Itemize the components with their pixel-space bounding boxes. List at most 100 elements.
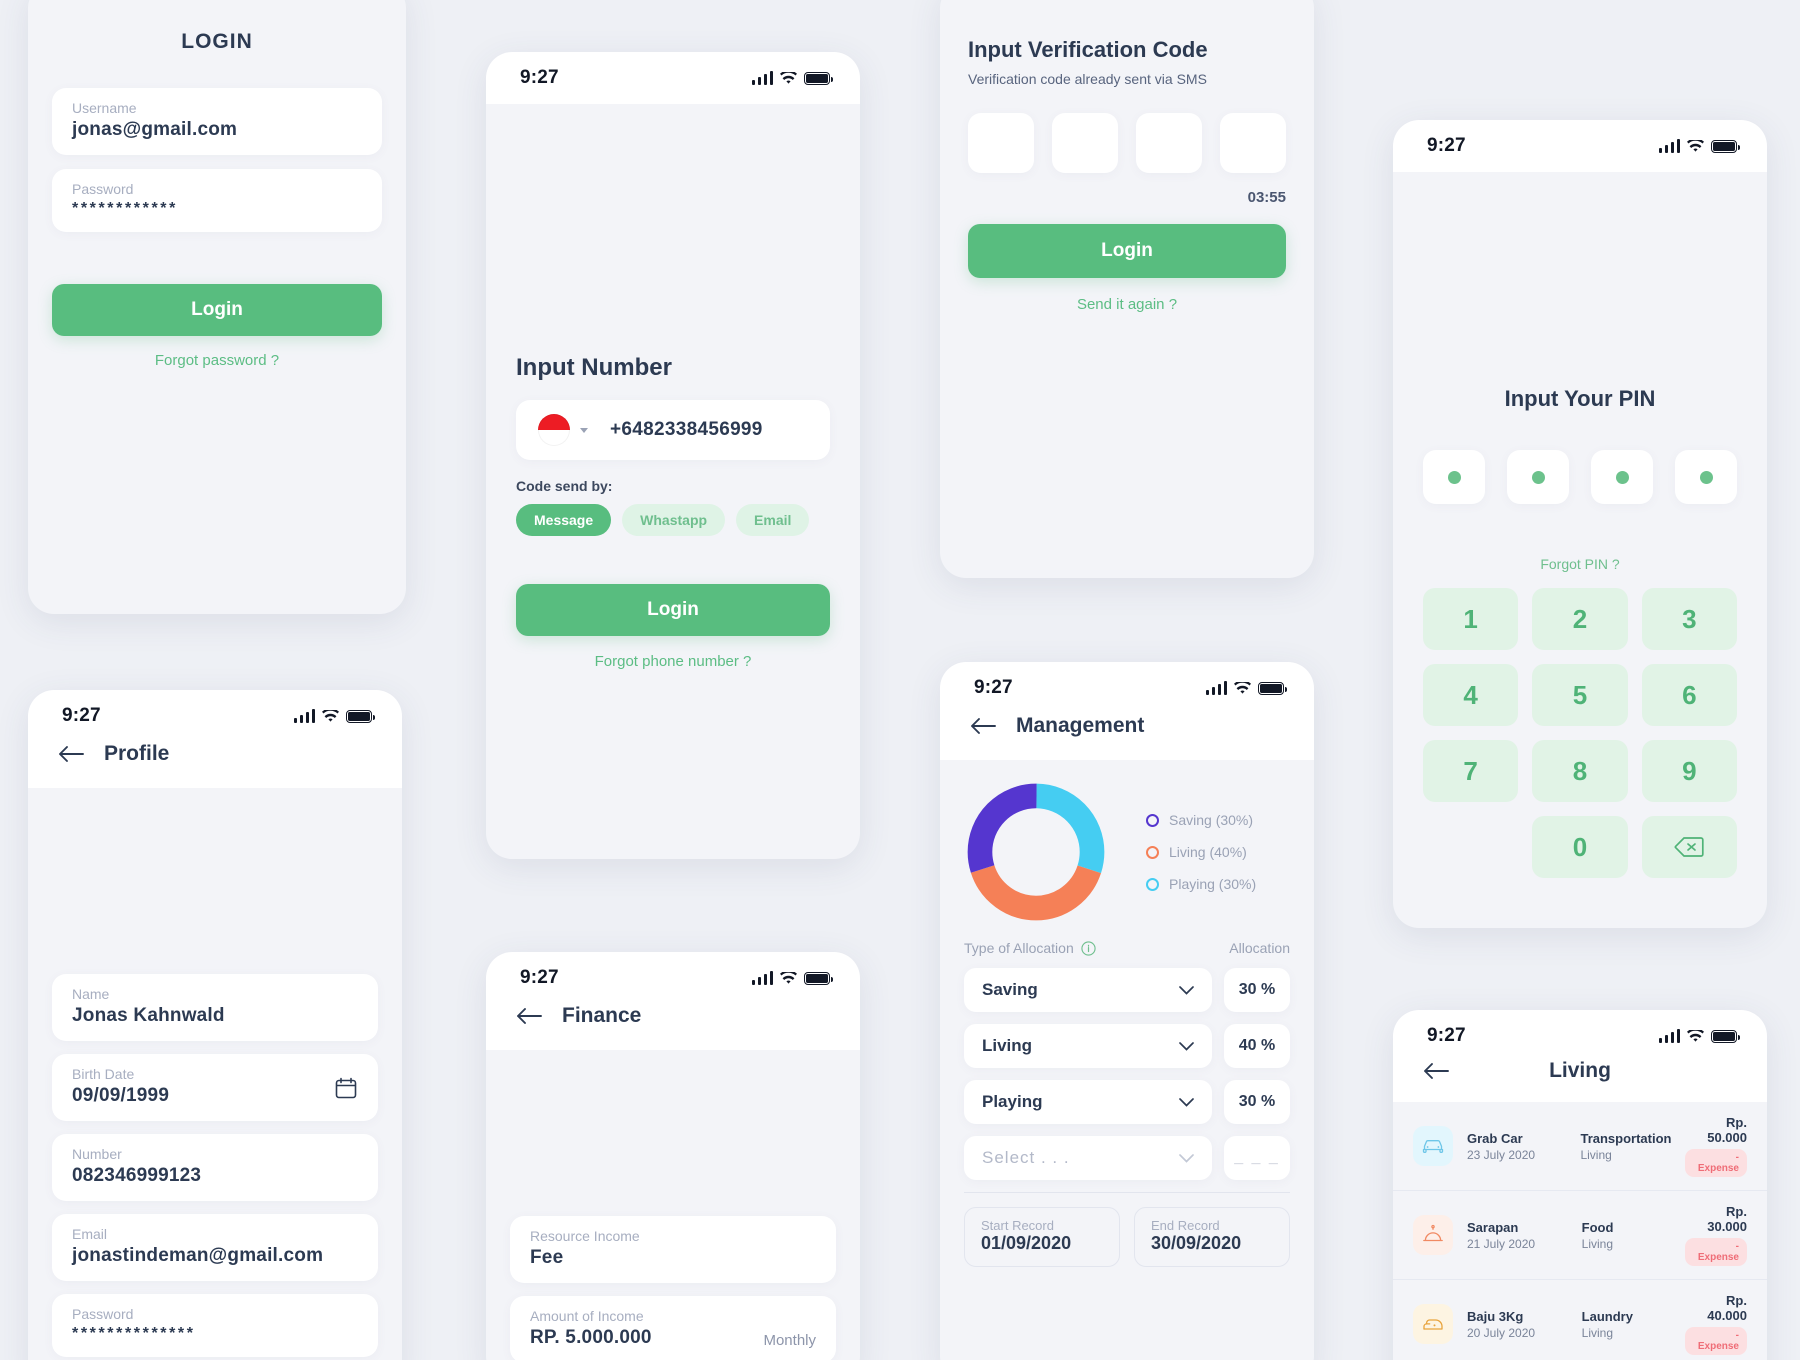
table-row[interactable]: Grab Car 23 July 2020 Transportation Liv…: [1393, 1102, 1767, 1191]
amount-of-income-field[interactable]: Amount of Income RP. 5.000.000 Monthly: [510, 1296, 836, 1360]
otp-box-2[interactable]: [1052, 113, 1118, 173]
field-label: Email: [72, 1226, 108, 1242]
back-arrow-icon[interactable]: [516, 1007, 542, 1025]
field-label: Amount of Income: [530, 1308, 644, 1324]
allocation-type-select[interactable]: Living: [964, 1024, 1212, 1068]
battery-icon: [1711, 1029, 1740, 1043]
legend-swatch-icon: [1146, 813, 1159, 827]
forgot-password-link[interactable]: Forgot password ?: [52, 352, 382, 369]
transaction-amount: Rp. 30.000: [1707, 1204, 1747, 1234]
calendar-icon[interactable]: [334, 1076, 358, 1100]
screens-canvas: LOGIN Username jonas@gmail.com Password …: [0, 0, 1800, 1360]
key-1[interactable]: 1: [1423, 588, 1519, 650]
key-2[interactable]: 2: [1532, 588, 1628, 650]
password-field[interactable]: Password ************: [52, 169, 382, 232]
page-title: Living: [1549, 1059, 1611, 1082]
section-divider: [964, 1192, 1290, 1193]
otp-box-3[interactable]: [1136, 113, 1202, 173]
back-arrow-icon[interactable]: [970, 717, 996, 735]
allocation-rows: Saving 30 % Living 40 % Playing 30 % Sel…: [964, 968, 1290, 1180]
login-button[interactable]: Login: [52, 284, 382, 336]
end-record-field[interactable]: End Record 30/09/2020: [1134, 1207, 1290, 1267]
forgot-pin-link[interactable]: Forgot PIN ?: [1423, 556, 1737, 572]
type-of-allocation-label: Type of Allocation: [964, 940, 1096, 956]
method-pill-whatsapp[interactable]: Whastapp: [622, 504, 726, 536]
key-7[interactable]: 7: [1423, 740, 1519, 802]
profile-screen: 9:27 Profile Name Jonas Kahnwald Birth D…: [28, 690, 402, 1360]
profile-header: 9:27 Profile: [28, 690, 402, 788]
resend-code-link[interactable]: Send it again ?: [968, 296, 1286, 313]
pin-screen: 9:27 Input Your PIN Forgot PIN ? 1 2 3 4: [1393, 120, 1767, 928]
info-icon[interactable]: [1081, 940, 1096, 956]
allocation-percent[interactable]: 30 %: [1224, 968, 1290, 1012]
allocation-percent[interactable]: 30 %: [1224, 1080, 1290, 1124]
transaction-category-block: Transportation Living: [1580, 1131, 1671, 1162]
page-title: Input Your PIN: [1504, 386, 1656, 411]
field-label: Resource Income: [530, 1228, 640, 1244]
allocation-type-select[interactable]: Saving: [964, 968, 1212, 1012]
table-row[interactable]: Sarapan 21 July 2020 Food Living Rp. 30.…: [1393, 1191, 1767, 1280]
key-5[interactable]: 5: [1532, 664, 1628, 726]
key-0[interactable]: 0: [1532, 816, 1628, 878]
login-button[interactable]: Login: [968, 224, 1286, 278]
status-badge: - Expense: [1684, 1238, 1747, 1266]
allocation-row-playing: Playing 30 %: [964, 1080, 1290, 1124]
select-value: Living: [982, 1036, 1033, 1055]
key-4[interactable]: 4: [1423, 664, 1519, 726]
otp-box-4[interactable]: [1220, 113, 1286, 173]
method-pill-message[interactable]: Message: [516, 504, 612, 536]
back-arrow-icon[interactable]: [58, 745, 84, 763]
nav-bar: Profile: [28, 742, 402, 788]
username-field[interactable]: Username jonas@gmail.com: [52, 88, 382, 155]
nav-bar: Living: [1393, 1059, 1767, 1102]
input-number-heading: Input Number: [516, 354, 672, 381]
income-period: Monthly: [763, 1332, 816, 1349]
key-9[interactable]: 9: [1641, 740, 1737, 802]
transaction-group: Living: [1580, 1147, 1612, 1162]
legend-label: Living (40%): [1169, 844, 1247, 860]
signal-icon: [1658, 1029, 1680, 1043]
chevron-down-icon: [1179, 1041, 1194, 1051]
allocation-percent[interactable]: _ _ _: [1224, 1136, 1290, 1180]
resource-income-field[interactable]: Resource Income Fee: [510, 1216, 836, 1283]
profile-field-name[interactable]: Name Jonas Kahnwald: [52, 974, 378, 1041]
wifi-icon: [780, 971, 797, 984]
allocation-percent[interactable]: 40 %: [1224, 1024, 1290, 1068]
profile-field-number[interactable]: Number 082346999123: [52, 1134, 378, 1201]
status-icons: [1658, 1029, 1740, 1043]
key-8[interactable]: 8: [1532, 740, 1628, 802]
allocation-type-select[interactable]: Select . . .: [964, 1136, 1212, 1180]
login-button[interactable]: Login: [516, 584, 830, 636]
forgot-phone-link[interactable]: Forgot phone number ?: [516, 653, 830, 670]
allocation-type-select[interactable]: Playing: [964, 1080, 1212, 1124]
key-backspace[interactable]: [1641, 816, 1737, 878]
donut-svg: [967, 783, 1105, 921]
pin-dot-icon: [1615, 470, 1629, 484]
profile-field-email[interactable]: Email jonastindeman@gmail.com: [52, 1214, 378, 1281]
key-6[interactable]: 6: [1641, 664, 1737, 726]
back-arrow-icon[interactable]: [1423, 1062, 1449, 1080]
profile-field-birth-date[interactable]: Birth Date 09/09/1999: [52, 1054, 378, 1121]
pin-box-2[interactable]: [1507, 450, 1569, 504]
table-row[interactable]: Baju 3Kg 20 July 2020 Laundry Living Rp.…: [1393, 1280, 1767, 1360]
input-number-screen: 9:27 Input Number +6482338456999 Code se…: [486, 52, 860, 859]
status-icons: [751, 971, 833, 985]
phone-number-input[interactable]: +6482338456999: [516, 400, 830, 460]
profile-field-password[interactable]: Password **************: [52, 1294, 378, 1357]
allocation-row-empty: Select . . . _ _ _: [964, 1136, 1290, 1180]
chevron-down-icon[interactable]: [580, 427, 588, 433]
pin-box-4[interactable]: [1675, 450, 1737, 504]
status-bar: 9:27: [1393, 1010, 1767, 1062]
key-3[interactable]: 3: [1641, 588, 1737, 650]
login-screen: LOGIN Username jonas@gmail.com Password …: [28, 0, 406, 614]
method-pill-email[interactable]: Email: [736, 504, 810, 536]
status-icons: [1658, 139, 1740, 153]
status-bar: 9:27: [28, 690, 402, 742]
otp-box-1[interactable]: [968, 113, 1034, 173]
start-record-field[interactable]: Start Record 01/09/2020: [964, 1207, 1120, 1267]
pin-box-3[interactable]: [1591, 450, 1653, 504]
transaction-group: Living: [1581, 1236, 1614, 1251]
pin-box-1[interactable]: [1423, 450, 1485, 504]
pin-dot-icon: [1447, 470, 1461, 484]
battery-icon: [1258, 681, 1287, 695]
